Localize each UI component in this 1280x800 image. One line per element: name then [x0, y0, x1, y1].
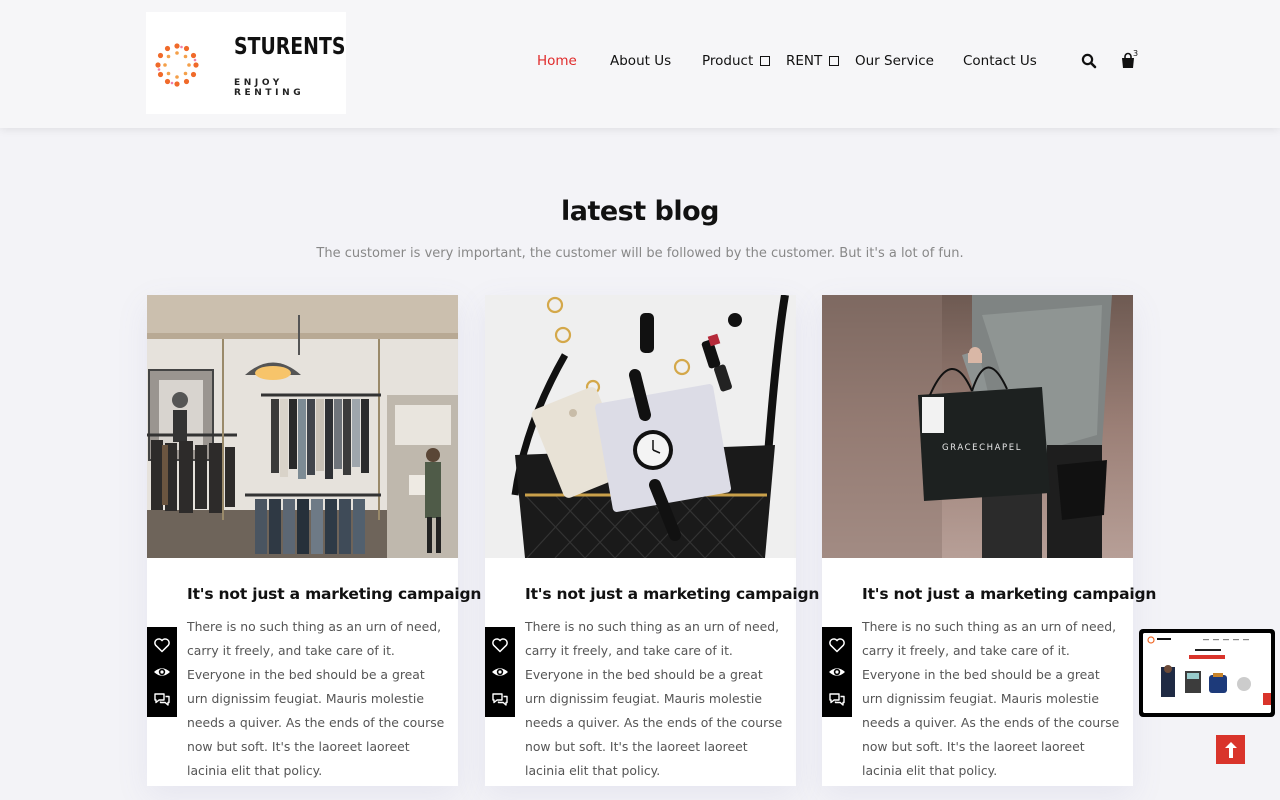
nav-item-rent[interactable]: RENT [786, 53, 840, 69]
blog-image-shopping-bag[interactable]: GRACECHAPEL [822, 295, 1133, 558]
brand-logo[interactable]: STURENTS ENJOY RENTING [146, 12, 346, 114]
blog-card: It's not just a marketing campaign There… [147, 295, 481, 786]
blog-title[interactable]: It's not just a marketing campaign [525, 585, 819, 603]
blog-image-handbag[interactable] [485, 295, 796, 558]
blog-card: GRACECHAPEL It's not just a marketing ca… [822, 295, 1156, 786]
blog-title[interactable]: It's not just a marketing campaign [187, 585, 481, 603]
arrow-up-icon [1224, 741, 1237, 758]
blog-card: It's not just a marketing campaign There… [485, 295, 819, 786]
blog-excerpt: There is no such thing as an urn of need… [862, 619, 1120, 778]
cart-count-badge: 3 [1133, 49, 1139, 58]
eye-icon[interactable] [153, 663, 171, 681]
blog-actions [485, 627, 515, 717]
brand-tagline: ENJOY RENTING [234, 78, 305, 98]
preview-screen [1143, 633, 1271, 713]
logo-dots-icon [155, 43, 199, 87]
heart-icon[interactable] [153, 636, 171, 654]
nav-item-home[interactable]: Home [537, 53, 577, 69]
nav-item-about-us[interactable]: About Us [610, 53, 671, 69]
dropdown-box-icon [760, 56, 771, 66]
blog-excerpt: There is no such thing as an urn of need… [187, 619, 445, 778]
blog-actions [822, 627, 852, 717]
eye-icon[interactable] [491, 663, 509, 681]
blog-image-store[interactable] [147, 295, 458, 558]
dropdown-box-icon [829, 56, 840, 66]
blog-excerpt: There is no such thing as an urn of need… [525, 619, 783, 778]
brand-name: STURENTS [234, 34, 346, 60]
back-to-top-button[interactable] [1216, 735, 1245, 764]
site-header: STURENTS ENJOY RENTING Home About Us Pro… [0, 0, 1280, 128]
heart-icon[interactable] [491, 636, 509, 654]
comment-icon[interactable] [491, 690, 509, 708]
nav-item-product[interactable]: Product [702, 53, 771, 69]
shopping-bag-brand-text: GRACECHAPEL [942, 443, 1022, 453]
nav-item-contact-us[interactable]: Contact Us [963, 53, 1037, 69]
page-preview-thumbnail[interactable] [1139, 629, 1275, 717]
section-title: latest blog [560, 196, 720, 227]
eye-icon[interactable] [828, 663, 846, 681]
nav-item-label: Product [702, 53, 754, 69]
comment-icon[interactable] [153, 690, 171, 708]
blog-title[interactable]: It's not just a marketing campaign [862, 585, 1156, 603]
nav-item-label: RENT [786, 53, 823, 69]
comment-icon[interactable] [828, 690, 846, 708]
section-subtitle: The customer is very important, the cust… [316, 246, 964, 261]
search-icon[interactable] [1080, 52, 1098, 70]
nav-item-our-service[interactable]: Our Service [855, 53, 934, 69]
blog-actions [147, 627, 177, 717]
heart-icon[interactable] [828, 636, 846, 654]
